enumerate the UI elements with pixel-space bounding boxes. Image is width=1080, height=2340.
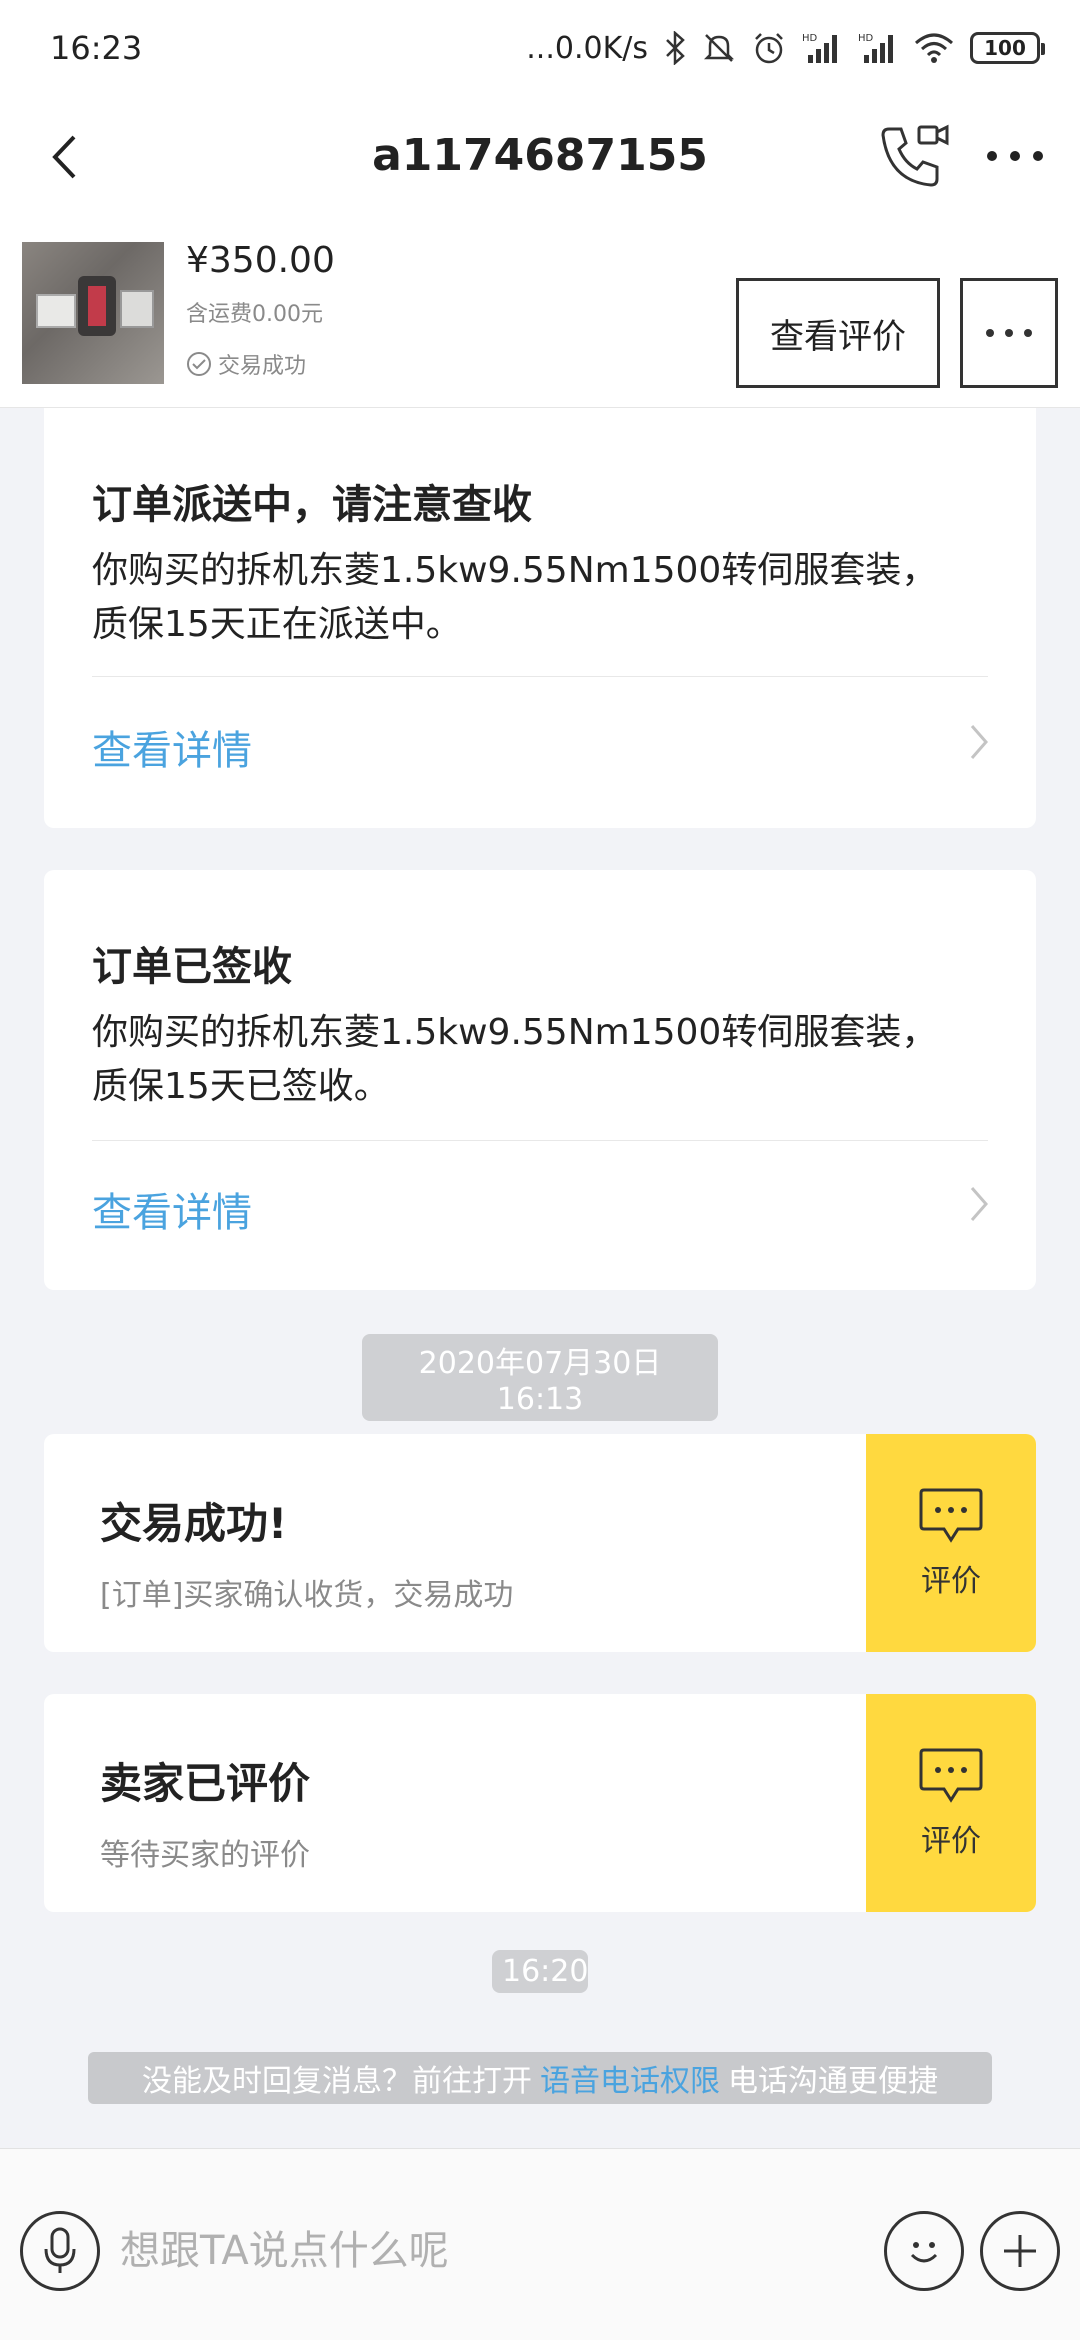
mute-bell-icon xyxy=(703,34,735,62)
view-details-link[interactable]: 查看详情 xyxy=(92,1180,252,1238)
chevron-right-icon xyxy=(970,1187,988,1221)
product-more-button[interactable] xyxy=(960,278,1058,388)
message-title: 交易成功! xyxy=(100,1499,288,1548)
message-subtitle: 等待买家的评价 xyxy=(100,1838,310,1873)
view-review-button[interactable]: 查看评价 xyxy=(736,278,940,388)
review-action-button[interactable]: 评价 xyxy=(866,1434,1036,1652)
card-title: 订单派送中，请注意查收 xyxy=(92,482,532,528)
divider xyxy=(92,676,988,677)
signal-hd-icon: HD xyxy=(802,33,837,63)
network-speed: ...0.0K/s xyxy=(526,30,648,66)
more-options-button[interactable] xyxy=(975,126,1055,186)
phone-video-icon xyxy=(881,124,949,187)
shipping-fee: 含运费0.00元 xyxy=(186,302,323,327)
timestamp: 16:20 xyxy=(492,1950,588,1993)
card-body: 你购买的拆机东菱1.5kw9.55Nm1500转伺服套装， 质保15天已签收。 xyxy=(92,1012,938,1107)
nav-bar: a1174687155 xyxy=(0,96,1080,220)
permission-notice: 没能及时回复消息？前往打开 语音电话权限 电话沟通更便捷 xyxy=(88,2052,992,2104)
notice-prefix: 没能及时回复消息？前往打开 xyxy=(142,2064,532,2099)
check-circle-icon xyxy=(187,352,211,376)
svg-text:HD: HD xyxy=(802,33,818,44)
review-action-label: 评价 xyxy=(921,1564,981,1599)
alarm-icon xyxy=(755,33,783,64)
voice-call-permission-link[interactable]: 语音电话权限 xyxy=(540,2056,720,2100)
order-shipping-card: 订单派送中，请注意查收 你购买的拆机东菱1.5kw9.55Nm1500转伺服套装… xyxy=(44,408,1036,828)
chat-bubble-icon xyxy=(919,1488,983,1543)
trade-status: 交易成功 xyxy=(186,348,306,380)
smiley-icon xyxy=(910,2242,938,2263)
voice-input-button[interactable] xyxy=(20,2211,100,2291)
review-action-button[interactable]: 评价 xyxy=(866,1694,1036,1912)
divider xyxy=(92,1140,988,1141)
chat-bubble-icon xyxy=(919,1748,983,1803)
status-bar: 16:23 ...0.0K/s HD HD 100 xyxy=(0,0,1080,96)
input-bar xyxy=(0,2148,1080,2340)
message-input[interactable] xyxy=(120,2209,860,2293)
trade-status-label: 交易成功 xyxy=(218,354,307,379)
status-icons: ...0.0K/s HD HD 100 xyxy=(526,30,1045,66)
order-signed-card: 订单已签收 你购买的拆机东菱1.5kw9.55Nm1500转伺服套装， 质保15… xyxy=(44,870,1036,1290)
add-attachment-button[interactable] xyxy=(980,2211,1060,2291)
svg-text:HD: HD xyxy=(858,33,874,44)
card-title: 订单已签收 xyxy=(92,944,292,990)
timestamp: 2020年07月30日 16:13 xyxy=(362,1334,718,1421)
status-time: 16:23 xyxy=(50,29,143,67)
notice-suffix: 电话沟通更便捷 xyxy=(728,2064,938,2099)
seller-reviewed-message[interactable]: 卖家已评价 等待买家的评价 评价 xyxy=(44,1694,1036,1912)
review-action-label: 评价 xyxy=(921,1824,981,1859)
video-call-button[interactable] xyxy=(870,116,960,196)
wifi-icon xyxy=(915,33,953,63)
product-image[interactable] xyxy=(22,242,164,384)
plus-icon xyxy=(1004,2235,1036,2267)
bluetooth-icon xyxy=(666,31,685,65)
microphone-icon xyxy=(44,2227,76,2273)
card-body: 你购买的拆机东菱1.5kw9.55Nm1500转伺服套装， 质保15天正在派送中… xyxy=(92,550,938,645)
message-title: 卖家已评价 xyxy=(100,1759,311,1808)
more-dots-icon xyxy=(987,151,1043,161)
trade-success-message[interactable]: 交易成功! [订单]买家确认收货，交易成功 评价 xyxy=(44,1434,1036,1652)
view-details-link[interactable]: 查看详情 xyxy=(92,718,252,776)
message-subtitle: [订单]买家确认收货，交易成功 xyxy=(100,1578,514,1613)
chevron-right-icon xyxy=(970,725,988,759)
emoji-button[interactable] xyxy=(884,2211,964,2291)
product-price: ¥350.00 xyxy=(186,240,335,281)
more-dots-icon xyxy=(986,329,1032,337)
battery-icon: 100 xyxy=(970,32,1045,64)
signal-hd-icon-2: HD xyxy=(858,33,893,63)
product-header: ¥350.00 含运费0.00元 交易成功 查看评价 xyxy=(0,220,1080,408)
